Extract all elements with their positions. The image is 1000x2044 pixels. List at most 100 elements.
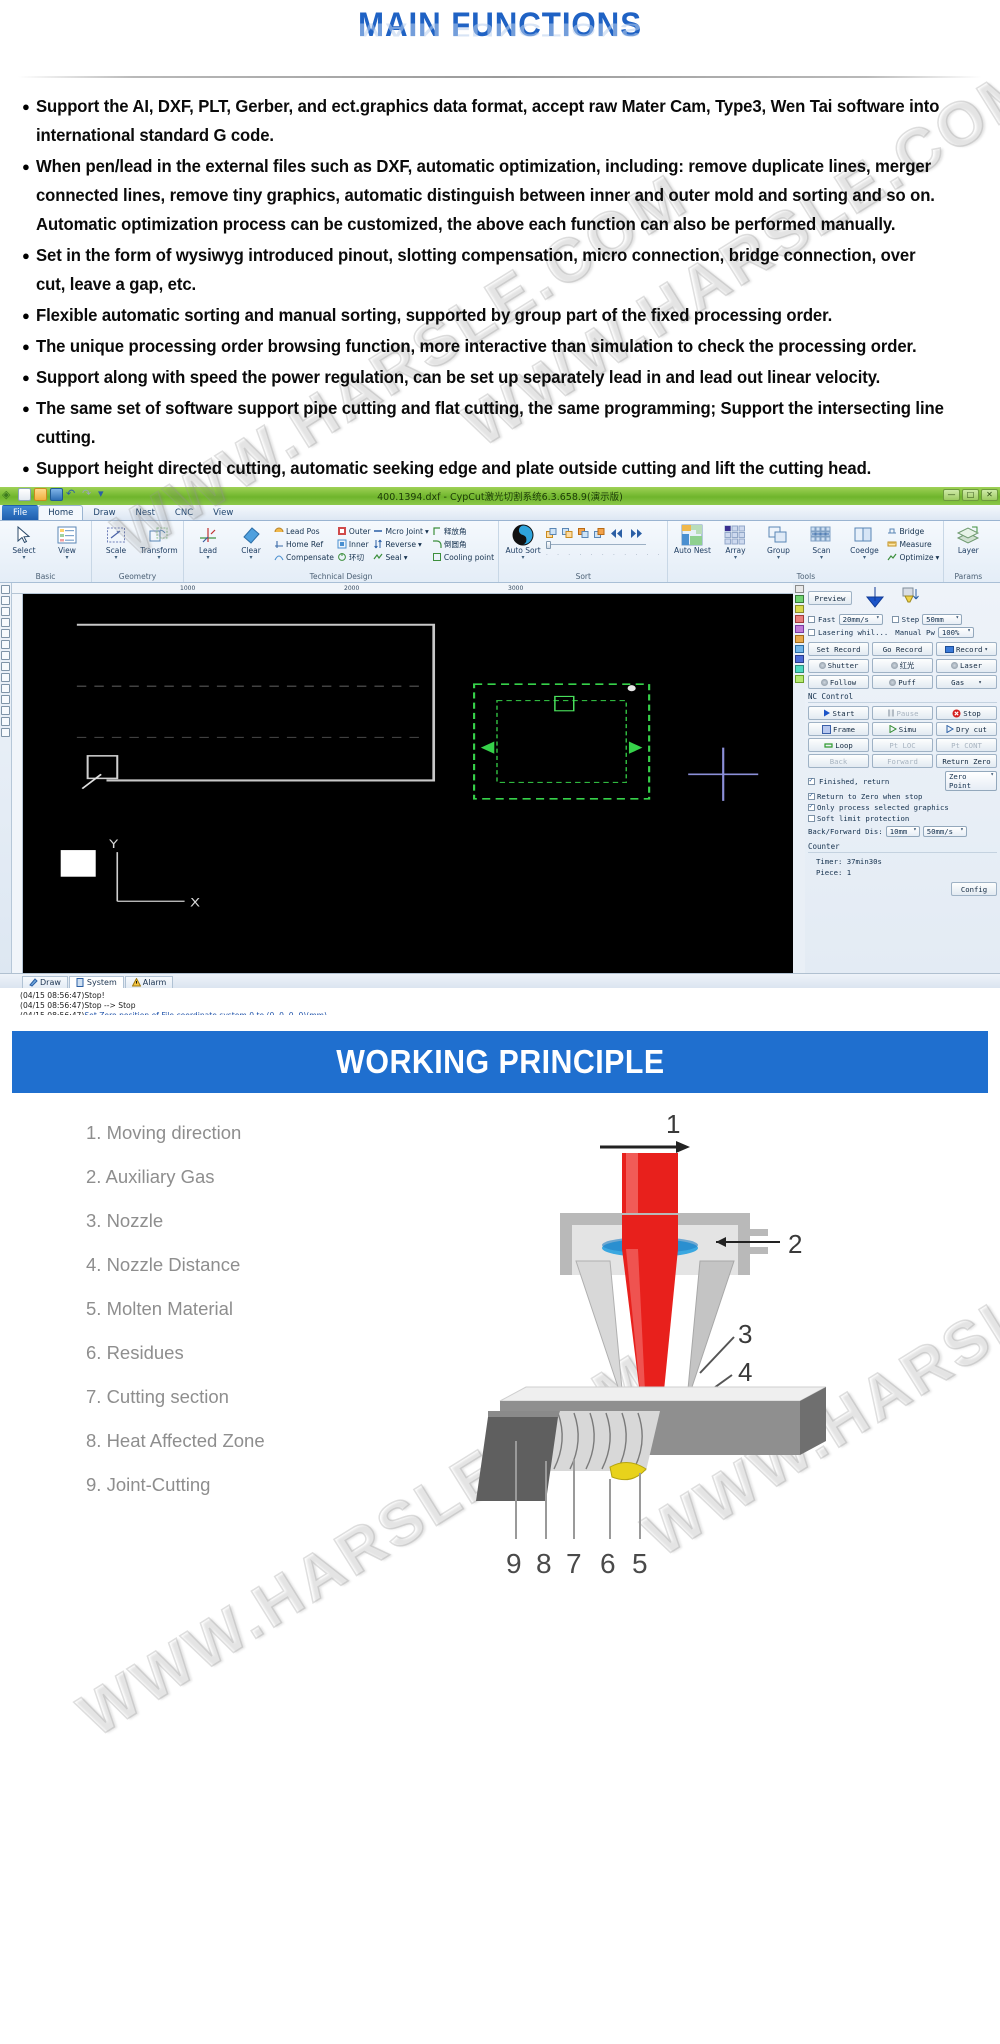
window-controls[interactable]: — □ ✕ [943,489,998,501]
bridge-button[interactable]: Bridge [887,525,939,537]
soft-limit-row[interactable]: Soft limit protection [808,814,997,823]
reverse-button[interactable]: Reverse ▾ [373,538,428,550]
only-selected-checkbox[interactable] [808,802,815,811]
record-button[interactable]: Record ▾ [936,642,997,656]
follow-button[interactable]: Follow [808,675,869,689]
array-button[interactable]: Array ▾ [715,523,755,561]
tool-trim-icon[interactable] [1,706,10,715]
config-button[interactable]: Config [951,882,997,896]
transform-button[interactable]: Transform ▾ [139,523,179,561]
tool-circle-icon[interactable] [1,618,10,627]
tool-point-icon[interactable] [1,662,10,671]
inner-button[interactable]: Inner [337,538,371,550]
chevron-down-icon[interactable]: ▾ [249,555,252,561]
pause-button[interactable]: Pause [872,706,933,720]
loop-button[interactable]: Loop [808,738,869,752]
step-value-select[interactable]: 50mm [922,614,963,625]
back-forward-speed-select[interactable]: 50mm/s [922,826,967,837]
finished-return-checkbox[interactable] [808,776,815,785]
layer-button[interactable]: Layer [948,523,988,555]
nozzle-down-icon[interactable] [898,585,920,611]
chevron-down-icon[interactable]: ▾ [522,555,525,561]
coedge-button[interactable]: Coedge ▾ [844,523,884,561]
scale-button[interactable]: Scale ▾ [96,523,136,561]
tool-arc-icon[interactable] [1,640,10,649]
tab-nest[interactable]: Nest [126,505,165,520]
set-record-button[interactable]: Set Record [808,642,869,656]
step-checkbox[interactable] [891,616,899,623]
chevron-down-icon[interactable]: ▾ [65,555,68,561]
shutter-button[interactable]: Shutter [808,658,869,673]
tab-file[interactable]: File [2,505,39,520]
optimize-button[interactable]: Optimize ▾ [887,551,939,563]
pt-cont-button[interactable]: Pt CONT [936,738,997,752]
lead-pos-button[interactable]: Lead Pos [274,525,334,537]
go-record-button[interactable]: Go Record [872,642,933,656]
chevron-down-icon[interactable]: ▾ [936,553,940,562]
log-tab-alarm[interactable]: Alarm [124,976,174,988]
chevron-down-icon[interactable]: ▾ [734,555,737,561]
return-zero-button[interactable]: Return Zero [936,754,997,768]
compensate-button[interactable]: Compensate [274,551,334,563]
maximize-button[interactable]: □ [962,489,979,501]
tool-select-icon[interactable] [1,585,10,594]
laser-button[interactable]: Laser [936,658,997,673]
canvas-container[interactable]: 1000 2000 3000 Y X [12,583,804,973]
tool-line-icon[interactable] [1,596,10,605]
chevron-down-icon[interactable]: ▾ [425,527,429,536]
tool-offset-icon[interactable] [1,695,10,704]
rewind-icon[interactable] [610,528,624,539]
tab-cnc[interactable]: CNC [165,505,203,520]
sort-d-icon[interactable] [594,528,605,539]
return-zero-stop-row[interactable]: Return to Zero when stop [808,791,997,801]
frame-button[interactable]: Frame [808,722,869,736]
lasering-while-checkbox[interactable] [808,629,815,636]
tool-rect-icon[interactable] [1,607,10,616]
group-button[interactable]: Group ▾ [758,523,798,561]
chevron-down-icon[interactable]: ▾ [820,555,823,561]
control-panel[interactable]: Preview Fast 20mm/s Step 50mm Lasering w… [793,583,1000,973]
lead-button[interactable]: Lead ▾ [188,523,228,561]
ribbon[interactable]: Select ▾ View ▾ Basic Scale ▾ Transform … [0,521,1000,583]
fillet-button[interactable]: 倒圆角 [432,538,494,550]
chevron-down-icon[interactable]: ▾ [863,555,866,561]
auto-sort-button[interactable]: Auto Sort ▾ [503,523,543,561]
select-button[interactable]: Select ▾ [4,523,44,561]
log-tabs[interactable]: Draw System Alarm [0,974,1000,988]
chevron-down-icon[interactable]: ▾ [777,555,780,561]
only-selected-row[interactable]: Only process selected graphics [808,802,997,812]
left-toolbar[interactable] [0,583,12,973]
release-corner-button[interactable]: 释放角 [432,525,494,537]
tool-curve-icon[interactable] [1,673,10,682]
return-zero-stop-checkbox[interactable] [808,791,815,800]
auto-nest-button[interactable]: Auto Nest [672,523,712,555]
seal-button[interactable]: Seal ▾ [373,551,428,563]
cooling-point-button[interactable]: Cooling point [432,551,494,563]
micro-joint-button[interactable]: Mcro Joint ▾ [373,525,429,537]
measure-button[interactable]: Measure [887,538,939,550]
layer-color-strip[interactable] [793,583,805,973]
tool-text-icon[interactable] [1,651,10,660]
stop-button[interactable]: Stop [936,706,997,720]
sort-c-icon[interactable] [578,528,589,539]
chevron-down-icon[interactable]: ▾ [206,555,209,561]
back-forward-distance-select[interactable]: 10mm [885,826,920,837]
clear-button[interactable]: Clear ▾ [231,523,271,561]
fast-checkbox[interactable] [808,616,815,623]
tool-zoom-icon[interactable] [1,728,10,737]
home-ref-button[interactable]: Home Ref [274,538,334,550]
minimize-button[interactable]: — [943,489,960,501]
gas-button[interactable]: Gas ▾ [936,675,997,689]
sort-slider[interactable] [546,541,647,549]
tab-home[interactable]: Home [38,505,84,520]
chevron-down-icon[interactable]: ▾ [114,555,117,561]
soft-limit-checkbox[interactable] [808,815,815,822]
preview-button[interactable]: Preview [808,591,852,605]
log-tab-draw[interactable]: Draw [22,976,68,988]
pt-loc-button[interactable]: Pt LOC [872,738,933,752]
log-tab-system[interactable]: System [68,976,124,988]
forward-button[interactable]: Forward [872,754,933,768]
zero-point-select[interactable]: Zero Point [945,771,997,791]
red-light-button[interactable]: 红光 [872,658,933,673]
chevron-down-icon[interactable]: ▾ [418,540,422,549]
